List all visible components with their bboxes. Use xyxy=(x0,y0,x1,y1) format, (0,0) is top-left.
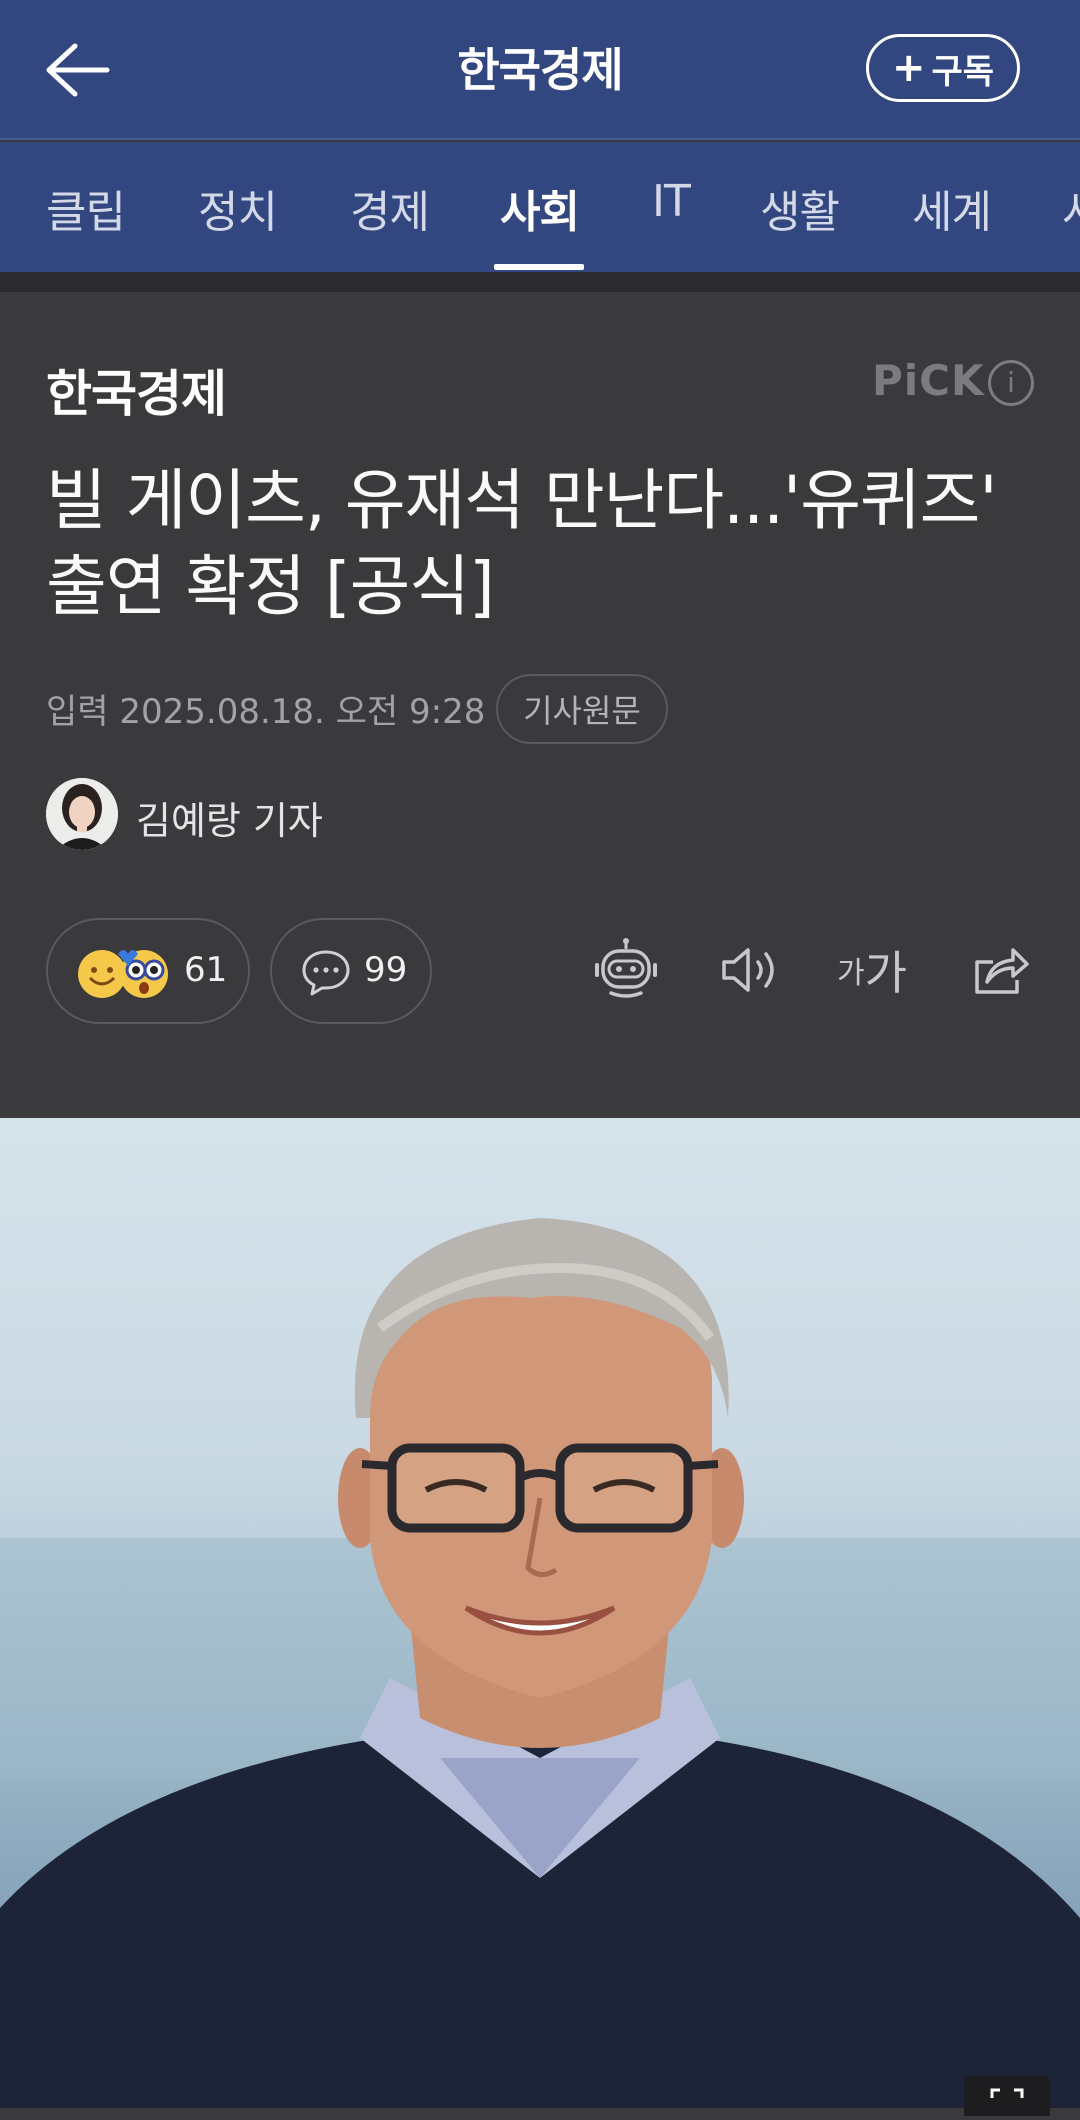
subscribe-button[interactable]: + 구독 xyxy=(866,34,1020,102)
plus-icon: + xyxy=(891,45,926,91)
subscribe-label: 구독 xyxy=(931,51,995,92)
font-small-icon: 가 xyxy=(837,956,865,991)
tab-clip[interactable]: 클립 xyxy=(46,176,126,240)
ai-summary-button[interactable] xyxy=(588,932,664,1008)
active-tab-indicator xyxy=(494,264,584,270)
article-header: 한국경제 PiCK i 빌 게이츠, 유재석 만난다...'유퀴즈' 출연 확정… xyxy=(0,292,1080,1118)
share-button[interactable] xyxy=(962,932,1038,1008)
category-tabs: 클립 정치 경제 사회 IT 생활 세계 사 xyxy=(0,142,1080,272)
comment-button[interactable]: 99 xyxy=(270,918,432,1024)
original-article-button[interactable]: 기사원문 xyxy=(496,674,668,744)
speaker-icon xyxy=(722,948,774,992)
reaction-button[interactable]: 61 xyxy=(46,918,250,1024)
robot-icon xyxy=(595,938,657,998)
font-size-button[interactable]: 가가 xyxy=(834,932,910,1008)
info-icon[interactable]: i xyxy=(988,360,1034,406)
reporter-avatar[interactable] xyxy=(46,778,118,850)
tab-world[interactable]: 세계 xyxy=(912,176,992,240)
expand-image-button[interactable] xyxy=(964,2076,1050,2116)
text-to-speech-button[interactable] xyxy=(712,932,788,1008)
tab-it[interactable]: IT xyxy=(652,176,691,227)
comment-icon xyxy=(302,950,350,996)
expand-icon xyxy=(990,2088,1024,2098)
tab-overflow[interactable]: 사 xyxy=(1062,176,1080,240)
tab-society[interactable]: 사회 xyxy=(500,176,580,240)
reaction-count: 61 xyxy=(184,950,228,990)
tab-life[interactable]: 생활 xyxy=(760,176,840,240)
header-divider xyxy=(0,272,1080,292)
share-icon xyxy=(975,948,1029,994)
font-large-icon: 가 xyxy=(864,946,907,1000)
comment-count: 99 xyxy=(364,950,408,990)
top-bar: 한국경제 + 구독 xyxy=(0,0,1080,140)
reporter-photo-icon xyxy=(46,778,118,850)
portrait-image xyxy=(0,1218,1080,2108)
article-headline: 빌 게이츠, 유재석 만난다...'유퀴즈' 출연 확정 [공식] xyxy=(46,462,998,625)
emoji-reactions-icon xyxy=(78,950,168,998)
tab-economy[interactable]: 경제 xyxy=(350,176,430,240)
article-photo[interactable] xyxy=(0,1118,1080,2108)
reporter-name[interactable]: 김예랑 기자 xyxy=(136,790,323,845)
press-logo[interactable]: 한국경제 xyxy=(46,354,227,426)
published-date: 입력 2025.08.18. 오전 9:28 xyxy=(46,692,486,732)
tab-politics[interactable]: 정치 xyxy=(198,176,278,240)
pick-badge: PiCK xyxy=(872,356,985,405)
